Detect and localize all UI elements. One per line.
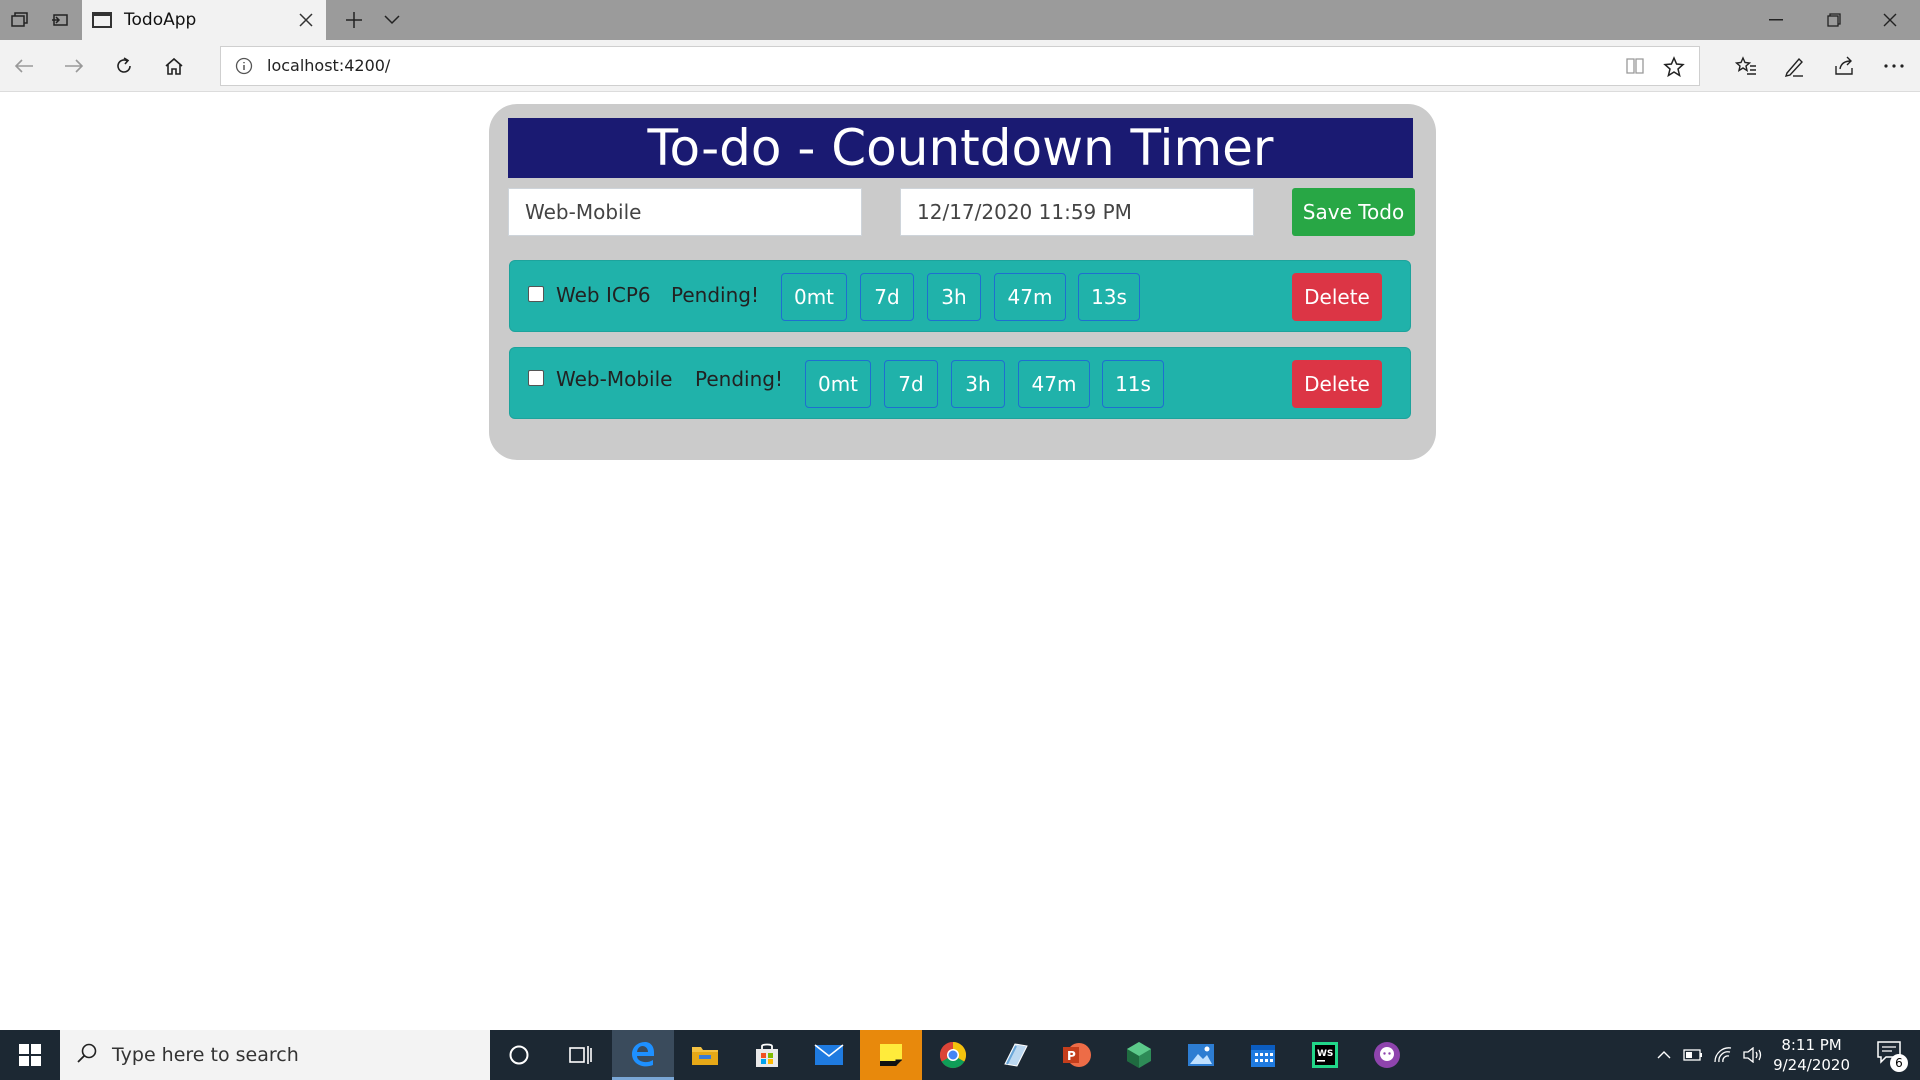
browser-toolbar: localhost:4200/	[0, 40, 1920, 92]
todo-complete-checkbox[interactable]	[528, 286, 544, 302]
countdown-months: 0mt	[805, 360, 871, 408]
search-icon	[76, 1042, 98, 1068]
taskbar-search-box[interactable]: Type here to search	[60, 1030, 490, 1080]
microsoft-store-icon[interactable]	[736, 1030, 798, 1080]
photos-icon[interactable]	[1170, 1030, 1232, 1080]
close-window-icon[interactable]	[1862, 0, 1918, 40]
favorite-star-icon[interactable]	[1663, 56, 1685, 82]
todo-name: Web ICP6	[556, 283, 651, 307]
minimize-window-icon[interactable]	[1748, 0, 1804, 40]
tab-manager-icon[interactable]	[4, 0, 36, 40]
app-title: To-do - Countdown Timer	[508, 118, 1413, 178]
svg-text:WS: WS	[1317, 1049, 1333, 1059]
countdown-months: 0mt	[781, 273, 847, 321]
todo-status: Pending!	[695, 367, 783, 391]
edge-browser-icon[interactable]	[612, 1030, 674, 1080]
todo-row: Web-Mobile Pending! 0mt 7d 3h 47m 11s De…	[509, 347, 1411, 419]
forward-icon[interactable]	[54, 46, 94, 86]
save-todo-button[interactable]: Save Todo	[1292, 188, 1415, 236]
chrome-icon[interactable]	[922, 1030, 984, 1080]
search-placeholder: Type here to search	[112, 1044, 299, 1066]
back-icon[interactable]	[4, 46, 44, 86]
action-center-icon[interactable]: 6	[1876, 1040, 1908, 1072]
countdown-hours: 3h	[951, 360, 1005, 408]
countdown-hours: 3h	[927, 273, 981, 321]
countdown-seconds: 11s	[1102, 360, 1164, 408]
snip-tool-icon[interactable]	[984, 1030, 1046, 1080]
share-icon[interactable]	[1824, 46, 1864, 86]
url-text: localhost:4200/	[267, 56, 391, 75]
home-icon[interactable]	[154, 46, 194, 86]
page-favicon-icon	[92, 12, 112, 28]
todo-row: Web ICP6 Pending! 0mt 7d 3h 47m 13s Dele…	[509, 260, 1411, 332]
tab-todoapp[interactable]: TodoApp	[82, 0, 326, 40]
delete-todo-button[interactable]: Delete	[1292, 360, 1382, 408]
webstorm-icon[interactable]: WS	[1294, 1030, 1356, 1080]
show-hidden-icons-chevron-icon[interactable]	[1652, 1030, 1676, 1080]
wifi-icon[interactable]	[1710, 1030, 1736, 1080]
todo-name-input[interactable]: Web-Mobile	[508, 188, 862, 236]
file-explorer-icon[interactable]	[674, 1030, 736, 1080]
cube-app-icon[interactable]	[1108, 1030, 1170, 1080]
todo-status: Pending!	[671, 283, 759, 307]
add-notes-icon[interactable]	[1774, 46, 1814, 86]
todo-complete-checkbox[interactable]	[528, 370, 544, 386]
svg-text:P: P	[1067, 1049, 1076, 1063]
countdown-days: 7d	[860, 273, 914, 321]
tab-preview-chevron-icon[interactable]	[376, 0, 408, 40]
volume-icon[interactable]	[1740, 1030, 1766, 1080]
refresh-icon[interactable]	[104, 46, 144, 86]
set-aside-tabs-icon[interactable]	[44, 0, 76, 40]
more-options-icon[interactable]	[1874, 46, 1914, 86]
tab-title: TodoApp	[124, 10, 197, 30]
reading-view-icon[interactable]	[1625, 57, 1645, 79]
cortana-icon[interactable]	[488, 1030, 550, 1080]
countdown-minutes: 47m	[1018, 360, 1090, 408]
clock-time: 8:11 PM	[1781, 1036, 1842, 1054]
windows-taskbar: Type here to search P WS 8:11 PM 9/24/20…	[0, 1030, 1920, 1080]
site-info-icon[interactable]	[235, 57, 253, 79]
system-clock[interactable]: 8:11 PM 9/24/2020	[1773, 1035, 1850, 1075]
restore-window-icon[interactable]	[1806, 0, 1862, 40]
powerpoint-icon[interactable]: P	[1046, 1030, 1108, 1080]
new-tab-icon[interactable]	[338, 0, 370, 40]
notification-count-badge: 6	[1890, 1054, 1908, 1072]
mail-icon[interactable]	[798, 1030, 860, 1080]
browser-tab-strip: TodoApp	[0, 0, 1920, 40]
countdown-seconds: 13s	[1078, 273, 1140, 321]
countdown-minutes: 47m	[994, 273, 1066, 321]
calendar-icon[interactable]	[1232, 1030, 1294, 1080]
task-view-icon[interactable]	[550, 1030, 612, 1080]
countdown-days: 7d	[884, 360, 938, 408]
github-desktop-icon[interactable]	[1356, 1030, 1418, 1080]
delete-todo-button[interactable]: Delete	[1292, 273, 1382, 321]
battery-icon[interactable]	[1680, 1030, 1706, 1080]
start-windows-icon[interactable]	[0, 1030, 60, 1080]
clock-date: 9/24/2020	[1773, 1056, 1850, 1074]
close-tab-icon[interactable]	[286, 0, 326, 40]
due-date-input[interactable]: 12/17/2020 11:59 PM	[900, 188, 1254, 236]
sticky-notes-icon[interactable]	[860, 1030, 922, 1080]
favorites-hub-icon[interactable]	[1726, 46, 1766, 86]
todo-app-card: To-do - Countdown Timer Web-Mobile 12/17…	[489, 104, 1436, 460]
todo-name: Web-Mobile	[556, 367, 673, 391]
address-bar[interactable]: localhost:4200/	[220, 46, 1700, 86]
